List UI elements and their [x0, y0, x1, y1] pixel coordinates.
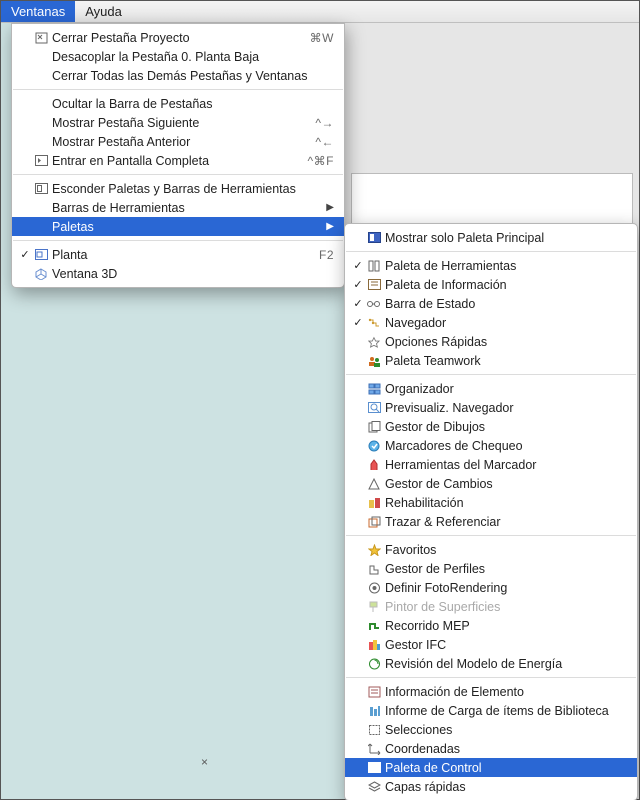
sub-paleta-control[interactable]: Paleta de Control [345, 758, 637, 777]
separator [346, 251, 636, 252]
favorites-icon [365, 543, 383, 557]
checkmark-icon: ✓ [18, 248, 32, 261]
sub-fotorendering[interactable]: Definir FotoRendering [345, 578, 637, 597]
separator [346, 677, 636, 678]
separator [13, 89, 343, 90]
organizer-icon [365, 382, 383, 396]
sub-selecciones[interactable]: Selecciones [345, 720, 637, 739]
quick-options-icon [365, 335, 383, 349]
3d-view-icon [32, 267, 50, 281]
element-info-icon [365, 685, 383, 699]
sub-gestor-ifc[interactable]: Gestor IFC [345, 635, 637, 654]
status-bar-icon [365, 297, 383, 311]
item-paletas[interactable]: Paletas ▶ [12, 217, 344, 236]
sub-gestor-dibujos[interactable]: Gestor de Dibujos [345, 417, 637, 436]
close-mark-icon: × [201, 755, 208, 769]
selections-icon [365, 723, 383, 737]
checkmark-icon: ✓ [351, 316, 365, 329]
item-ocultar-barra[interactable]: Ocultar la Barra de Pestañas [12, 94, 344, 113]
sub-marcadores-chequeo[interactable]: Marcadores de Chequeo [345, 436, 637, 455]
menu-ayuda[interactable]: Ayuda [75, 1, 132, 22]
check-markers-icon [365, 439, 383, 453]
item-cerrar-demas[interactable]: Cerrar Todas las Demás Pestañas y Ventan… [12, 66, 344, 85]
sub-informe-carga[interactable]: Informe de Carga de ítems de Biblioteca [345, 701, 637, 720]
sub-favoritos[interactable]: Favoritos [345, 540, 637, 559]
mep-route-icon [365, 619, 383, 633]
sub-opciones-rapidas[interactable]: Opciones Rápidas [345, 332, 637, 351]
checkmark-icon: ✓ [351, 259, 365, 272]
hide-palettes-icon [32, 182, 50, 196]
sub-informacion[interactable]: ✓ Paleta de Información [345, 275, 637, 294]
photorendering-icon [365, 581, 383, 595]
renovation-icon [365, 496, 383, 510]
paletas-submenu: Mostrar solo Paleta Principal ✓ Paleta d… [344, 223, 638, 800]
ifc-manager-icon [365, 638, 383, 652]
sub-pintor-superficies: Pintor de Superficies [345, 597, 637, 616]
separator [13, 174, 343, 175]
drawing-manager-icon [365, 420, 383, 434]
sub-organizador[interactable]: Organizador [345, 379, 637, 398]
fullscreen-icon [32, 154, 50, 168]
coordinates-icon [365, 742, 383, 756]
sub-barra-estado[interactable]: ✓ Barra de Estado [345, 294, 637, 313]
separator [346, 535, 636, 536]
item-desacoplar[interactable]: Desacoplar la Pestaña 0. Planta Baja [12, 47, 344, 66]
info-palette-icon [365, 278, 383, 292]
separator [13, 240, 343, 241]
sub-navegador[interactable]: ✓ Navegador [345, 313, 637, 332]
item-esconder-paletas[interactable]: Esconder Paletas y Barras de Herramienta… [12, 179, 344, 198]
sub-previs-navegador[interactable]: Previsualiz. Navegador [345, 398, 637, 417]
checkmark-icon: ✓ [351, 278, 365, 291]
sub-solo-principal[interactable]: Mostrar solo Paleta Principal [345, 228, 637, 247]
trace-ref-icon [365, 515, 383, 529]
nav-preview-icon [365, 401, 383, 415]
sub-teamwork[interactable]: Paleta Teamwork [345, 351, 637, 370]
sub-gestor-cambios[interactable]: Gestor de Cambios [345, 474, 637, 493]
submenu-arrow-icon: ▶ [324, 202, 334, 213]
sub-herr-marcador[interactable]: Herramientas del Marcador [345, 455, 637, 474]
marker-tools-icon [365, 458, 383, 472]
surface-painter-icon [365, 600, 383, 614]
item-pestana-siguiente[interactable]: Mostrar Pestaña Siguiente ^→ [12, 113, 344, 132]
energy-review-icon [365, 657, 383, 671]
item-barras-herramientas[interactable]: Barras de Herramientas ▶ [12, 198, 344, 217]
quick-layers-icon [365, 780, 383, 794]
sub-info-elemento[interactable]: Información de Elemento [345, 682, 637, 701]
change-manager-icon [365, 477, 383, 491]
menu-ventanas[interactable]: Ventanas [1, 1, 75, 22]
separator [346, 374, 636, 375]
navigator-icon [365, 316, 383, 330]
item-pestana-anterior[interactable]: Mostrar Pestaña Anterior ^← [12, 132, 344, 151]
sub-gestor-perfiles[interactable]: Gestor de Perfiles [345, 559, 637, 578]
menubar: Ventanas Ayuda [1, 1, 639, 23]
ventanas-dropdown: Cerrar Pestaña Proyecto ⌘W Desacoplar la… [11, 23, 345, 288]
sub-capas-rapidas[interactable]: Capas rápidas [345, 777, 637, 796]
library-load-icon [365, 704, 383, 718]
item-pantalla-completa[interactable]: Entrar en Pantalla Completa ^⌘F [12, 151, 344, 170]
sub-coordenadas[interactable]: Coordenadas [345, 739, 637, 758]
teamwork-icon [365, 354, 383, 368]
item-planta[interactable]: ✓ Planta F2 [12, 245, 344, 264]
close-tab-icon [32, 31, 50, 45]
sub-revision-energia[interactable]: Revisión del Modelo de Energía [345, 654, 637, 673]
item-ventana-3d[interactable]: Ventana 3D [12, 264, 344, 283]
checkmark-icon: ✓ [351, 297, 365, 310]
control-palette-icon [365, 761, 383, 775]
item-cerrar-pestana[interactable]: Cerrar Pestaña Proyecto ⌘W [12, 28, 344, 47]
tools-palette-icon [365, 259, 383, 273]
main-palette-icon [365, 231, 383, 245]
plan-view-icon [32, 248, 50, 262]
profile-manager-icon [365, 562, 383, 576]
sub-recorrido-mep[interactable]: Recorrido MEP [345, 616, 637, 635]
submenu-arrow-icon: ▶ [324, 221, 334, 232]
sub-trazar-referenciar[interactable]: Trazar & Referenciar [345, 512, 637, 531]
sub-rehabilitacion[interactable]: Rehabilitación [345, 493, 637, 512]
sub-herramientas[interactable]: ✓ Paleta de Herramientas [345, 256, 637, 275]
